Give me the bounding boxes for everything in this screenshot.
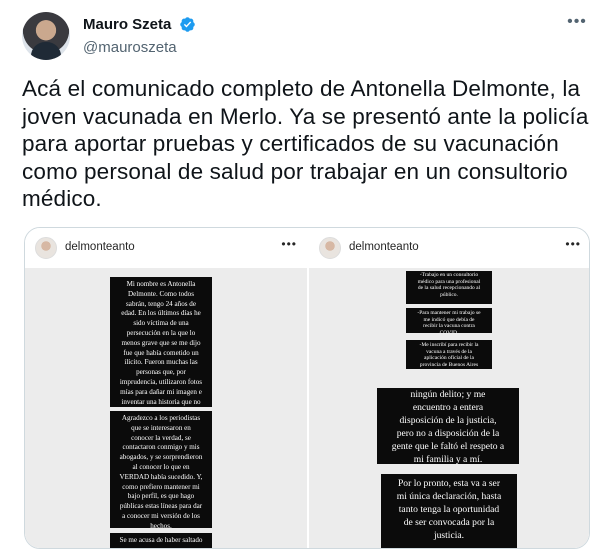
instagram-username: delmonteanto (349, 241, 419, 253)
statement-text: Por lo pronto, esta va a ser mi única de… (396, 478, 502, 542)
more-options-icon[interactable]: ••• (566, 14, 588, 36)
instagram-more-icon: ••• (281, 237, 297, 251)
author-info: Mauro Szeta @mauroszeta (83, 16, 196, 56)
statement-block: ningún delito; y me encuentro a entera d… (377, 388, 519, 464)
statement-block: Agradezco a los periodistas que se inter… (110, 411, 212, 528)
statement-text: -Para mantener mi trabajo se me indicó q… (417, 310, 481, 333)
author-avatar[interactable] (22, 12, 70, 60)
instagram-avatar (35, 237, 57, 259)
instagram-header: delmonteanto ••• (25, 228, 307, 266)
statement-text: Mi nombre es Antonella Delmonte. Como to… (119, 280, 203, 406)
author-name[interactable]: Mauro Szeta (83, 16, 171, 33)
media-image-right[interactable]: delmonteanto ••• -Trabajo en un consulto… (309, 228, 589, 548)
statement-block: -Trabajo en un consultorio médico para u… (406, 271, 492, 304)
instagram-more-icon: ••• (565, 237, 581, 251)
statement-block: -Me inscribí para recibir la vacuna a tr… (406, 340, 492, 369)
statement-block: Mi nombre es Antonella Delmonte. Como to… (110, 277, 212, 407)
statement-text: -Me inscribí para recibir la vacuna a tr… (419, 342, 479, 368)
statement-block: Se me acusa de haber saltado (110, 533, 212, 548)
tweet-text: Acá el comunicado completo de Antonella … (22, 76, 589, 211)
media-image-left[interactable]: delmonteanto ••• Mi nombre es Antonella … (25, 228, 307, 548)
instagram-username: delmonteanto (65, 241, 135, 253)
statement-text: ningún delito; y me encuentro a entera d… (391, 389, 505, 464)
instagram-avatar (319, 237, 341, 259)
verified-badge-icon (179, 16, 196, 33)
instagram-story-content: Mi nombre es Antonella Delmonte. Como to… (25, 268, 307, 548)
statement-text: -Trabajo en un consultorio médico para u… (417, 272, 481, 298)
tweet-media[interactable]: delmonteanto ••• Mi nombre es Antonella … (24, 227, 590, 549)
statement-block: Por lo pronto, esta va a ser mi única de… (381, 474, 517, 548)
statement-text: Se me acusa de haber saltado (119, 536, 203, 544)
instagram-header: delmonteanto ••• (309, 228, 589, 266)
statement-text: Agradezco a los periodistas que se inter… (119, 414, 203, 528)
tweet-header: Mauro Szeta @mauroszeta ••• (20, 10, 592, 62)
author-handle[interactable]: @mauroszeta (83, 39, 196, 56)
statement-block: -Para mantener mi trabajo se me indicó q… (406, 308, 492, 333)
instagram-story-content: -Trabajo en un consultorio médico para u… (309, 268, 589, 548)
